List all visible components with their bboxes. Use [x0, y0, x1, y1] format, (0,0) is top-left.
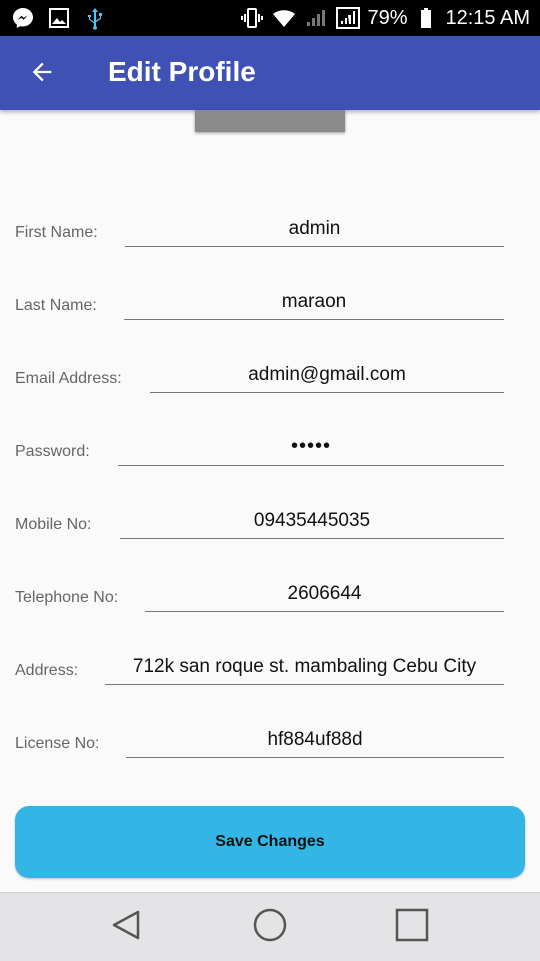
status-bar-left: [10, 5, 108, 31]
last-name-label: Last Name:: [15, 297, 97, 314]
address-field[interactable]: 712k san roque st. mambaling Cebu City: [105, 650, 504, 685]
nav-recents-button[interactable]: [392, 907, 432, 947]
mobile-row: Mobile No: 09435445035: [0, 504, 540, 554]
messenger-icon: [10, 5, 36, 31]
status-time: 12:15 AM: [445, 6, 530, 29]
back-triangle-icon: [108, 907, 144, 948]
telephone-label: Telephone No:: [15, 589, 119, 606]
arrow-left-icon: [28, 58, 56, 91]
nav-back-button[interactable]: [106, 907, 146, 947]
status-bar: 79% 12:15 AM: [0, 0, 540, 36]
mobile-label: Mobile No:: [15, 516, 92, 533]
signal-icon: [303, 5, 329, 31]
save-changes-label: Save Changes: [215, 833, 325, 850]
usb-icon: [82, 5, 108, 31]
nav-home-button[interactable]: [250, 907, 290, 947]
home-circle-icon: [252, 907, 288, 948]
license-row: License No: hf884uf88d: [0, 723, 540, 773]
back-button[interactable]: [22, 54, 62, 94]
status-bar-right: 79% 12:15 AM: [239, 0, 530, 36]
battery-percent: 79%: [367, 6, 408, 29]
wifi-icon: [271, 5, 297, 31]
license-label: License No:: [15, 735, 100, 752]
app-bar: Edit Profile: [0, 36, 540, 110]
password-row: Password: •••••: [0, 431, 540, 481]
email-field[interactable]: admin@gmail.com: [150, 358, 504, 393]
vibrate-icon: [239, 5, 265, 31]
license-field[interactable]: hf884uf88d: [126, 723, 504, 758]
save-changes-button[interactable]: Save Changes: [15, 806, 525, 878]
address-label: Address:: [15, 662, 79, 679]
page-title: Edit Profile: [108, 56, 256, 87]
password-label: Password:: [15, 443, 90, 460]
address-row: Address: 712k san roque st. mambaling Ce…: [0, 650, 540, 700]
password-field[interactable]: •••••: [118, 431, 504, 466]
first-name-field[interactable]: admin: [125, 212, 504, 247]
navigation-bar: [0, 892, 540, 961]
last-name-row: Last Name: maraon: [0, 285, 540, 335]
telephone-row: Telephone No: 2606644: [0, 577, 540, 627]
first-name-row: First Name: admin: [0, 212, 540, 262]
email-label: Email Address:: [15, 370, 122, 387]
email-row: Email Address: admin@gmail.com: [0, 358, 540, 408]
mobile-field[interactable]: 09435445035: [120, 504, 504, 539]
signal-h-icon: [335, 5, 361, 31]
last-name-field[interactable]: maraon: [124, 285, 504, 320]
telephone-field[interactable]: 2606644: [145, 577, 504, 612]
recents-square-icon: [394, 907, 430, 948]
profile-image[interactable]: [195, 110, 345, 132]
battery-icon: [413, 5, 439, 31]
first-name-label: First Name:: [15, 224, 98, 241]
gallery-icon: [46, 5, 72, 31]
